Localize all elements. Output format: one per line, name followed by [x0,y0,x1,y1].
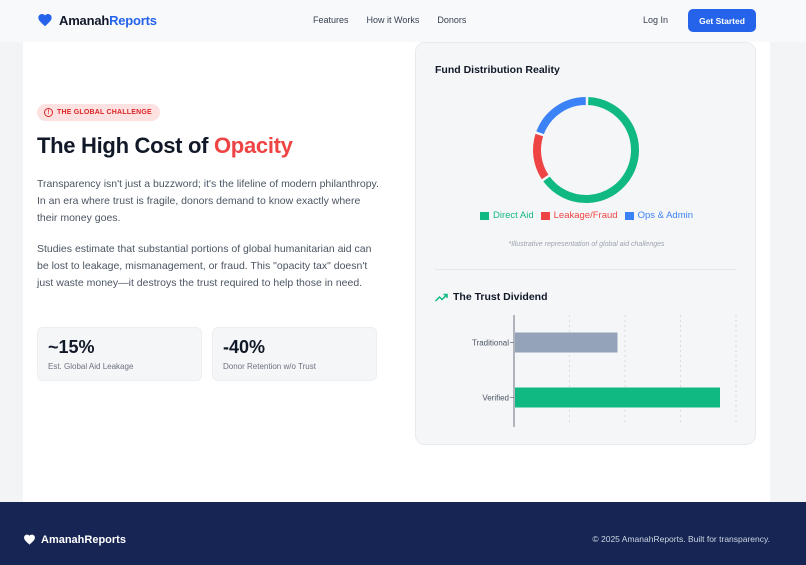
trust-dividend-bar-chart: Traditional Verified [472,315,737,427]
footer: AmanahReports © 2025 AmanahReports. Buil… [0,502,806,565]
stat-label: Donor Retention w/o Trust [223,362,316,371]
legend-swatch [479,211,489,220]
intro-paragraph: Transparency isn't just a buzzword; it's… [37,178,379,224]
fund-distribution-donut [533,97,639,203]
chart-footnote: *Illustrative representation of global a… [508,241,665,248]
legend-label: Leakage/Fraud [553,210,618,221]
legend-item: Leakage/Fraud [540,210,618,221]
challenge-badge: ! THE GLOBAL CHALLENGE [37,104,160,121]
top-navbar: AmanahReports Features How it Works Dono… [0,0,806,42]
panel-title: Fund Distribution Reality [435,64,560,76]
nav-link-features[interactable]: Features [313,15,349,25]
badge-label: THE GLOBAL CHALLENGE [57,109,152,116]
page-title: The High Cost of Opacity [37,133,293,158]
donut-slice-leakage-fraud [533,133,549,180]
bar-traditional [515,332,618,353]
stat-card-leakage: ~15% Est. Global Aid Leakage [37,327,202,381]
chart-panel: Fund Distribution Reality Direct Aid Leak… [415,42,756,445]
divider [435,269,737,270]
stat-card-retention: -40% Donor Retention w/o Trust [212,327,377,381]
stat-label: Est. Global Aid Leakage [48,362,134,371]
bar-tick-label: Verified [482,394,509,403]
legend-item: Ops & Admin [624,210,694,221]
trending-up-icon [435,293,448,302]
footer-copyright: © 2025 AmanahReports. Built for transpar… [592,534,770,544]
nav-links: Features How it Works Donors [313,15,466,25]
details-paragraph: Studies estimate that substantial portio… [37,243,372,289]
nav-link-how-it-works[interactable]: How it Works [367,15,420,25]
login-link[interactable]: Log In [643,15,668,25]
footer-brand-name: AmanahReports [41,533,126,546]
footer-brand[interactable]: AmanahReports [23,533,126,546]
legend-label: Ops & Admin [637,210,694,221]
brand-name: AmanahReports [59,12,157,28]
heart-icon [24,534,35,545]
donut-slice-direct-aid [543,97,639,203]
legend-label: Direct Aid [492,210,534,221]
heart-icon [38,14,52,27]
bar-tick-label: Traditional [472,339,509,348]
stat-value: ~15% [48,337,95,357]
donut-slice-ops-admin [536,97,586,135]
legend-swatch [624,211,634,220]
legend-swatch [540,211,550,220]
get-started-button[interactable]: Get Started [688,9,756,32]
trust-dividend-title: The Trust Dividend [453,291,548,303]
stat-value: -40% [223,337,266,357]
trust-dividend-heading: The Trust Dividend [435,291,548,303]
bar-verified [515,387,720,408]
legend-item: Direct Aid [479,210,534,221]
donut-legend: Direct Aid Leakage/Fraud Ops & Admin [416,210,757,221]
alert-circle-icon: ! [44,108,53,117]
brand-logo[interactable]: AmanahReports [37,12,157,28]
nav-link-donors[interactable]: Donors [437,15,466,25]
